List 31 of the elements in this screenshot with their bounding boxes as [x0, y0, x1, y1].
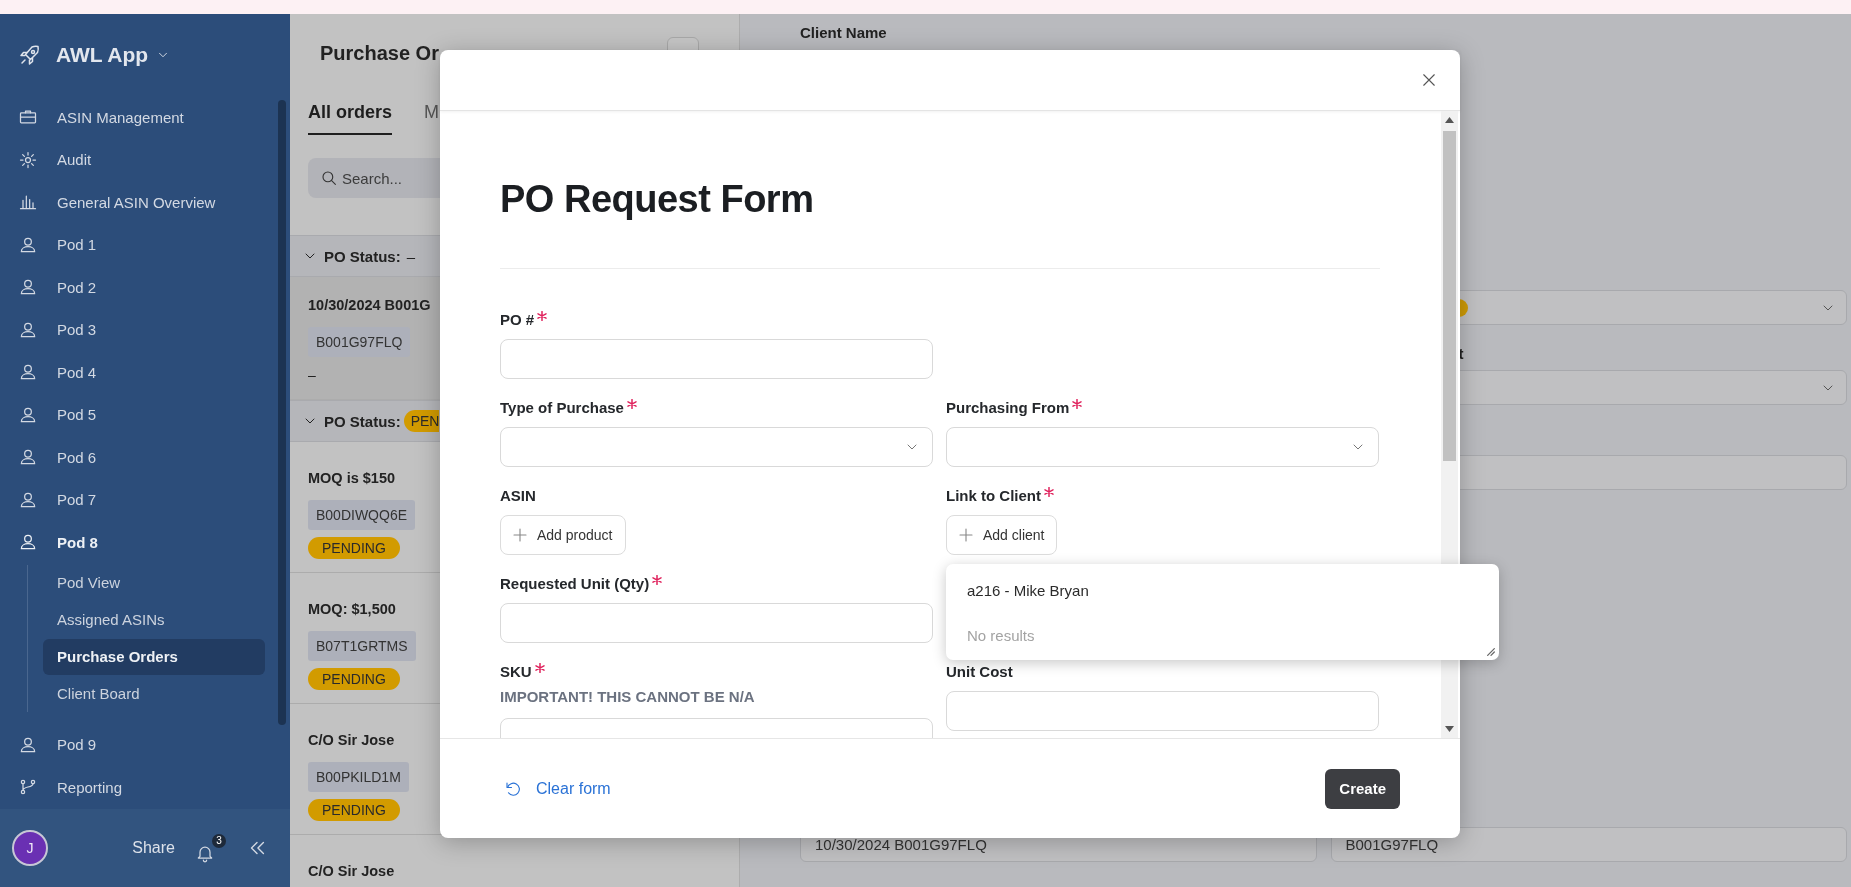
field-label: Purchasing From	[946, 398, 1070, 418]
field-label: SKU	[500, 662, 532, 682]
empty-message: No results	[967, 627, 1035, 644]
asin-tag: B001G97FLQ	[308, 327, 411, 357]
helper-text: IMPORTANT! THIS CANNOT BE N/A	[500, 687, 756, 707]
asin-tag: B00DIWQQ6E	[308, 500, 416, 530]
field-label: ASIN	[500, 486, 536, 506]
asin-tag: B07T1GRTMS	[308, 631, 416, 661]
panel-title: Purchase Or	[320, 41, 439, 65]
field-label: Link to Client	[946, 486, 1041, 506]
field-label: Unit Cost	[946, 662, 1013, 682]
status-badge: PEN	[403, 410, 440, 432]
status-badge: PENDING	[308, 537, 400, 559]
asin-tag: B00PKILD1M	[308, 762, 409, 792]
order-title: MOQ is $150	[308, 470, 396, 486]
field-label: Requested Unit (Qty)	[500, 574, 650, 594]
order-title: C/O Sir Jose	[308, 732, 395, 748]
group-label: PO Status:	[324, 412, 401, 430]
notification-badge: 3	[212, 833, 226, 848]
field-label: Client Name	[800, 24, 888, 43]
status-badge: PENDING	[308, 668, 400, 690]
order-title: C/O Sir Jose	[308, 863, 395, 879]
status-text: –	[308, 367, 317, 383]
form-title: PO Request Form	[500, 177, 815, 222]
field-label: PO #	[500, 310, 535, 330]
group-value: –	[406, 247, 416, 265]
field-label: Type of Purchase	[500, 398, 624, 418]
group-label: PO Status:	[324, 247, 401, 265]
order-title: MOQ: $1,500	[308, 601, 396, 617]
status-badge: PENDING	[308, 799, 400, 821]
order-title: 10/30/2024 B001G	[308, 297, 431, 313]
